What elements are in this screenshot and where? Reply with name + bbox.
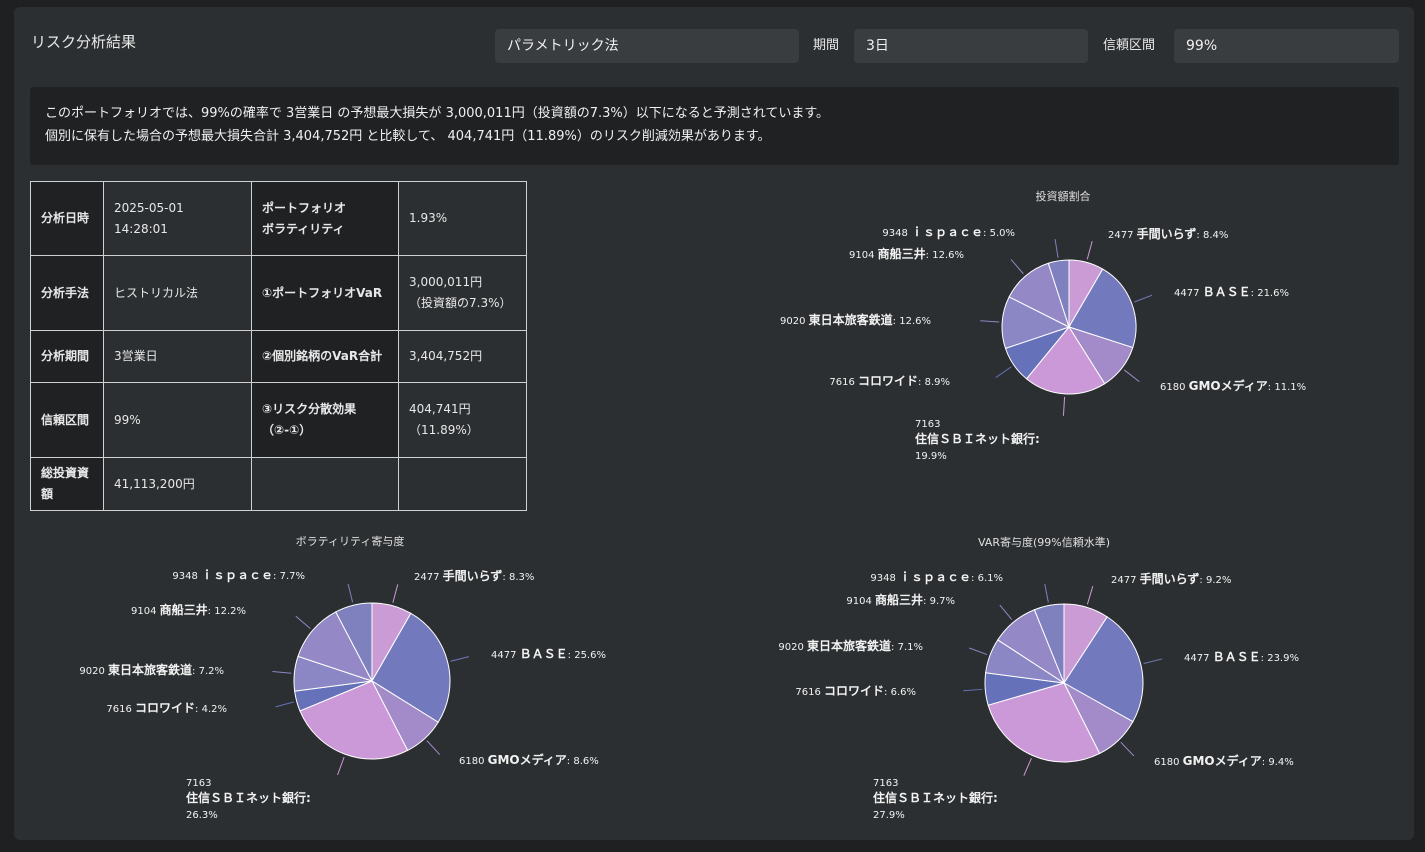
leader-line [1054,239,1059,258]
leader-line [1120,741,1135,757]
leader-line [392,584,399,603]
leader-line [347,583,354,603]
slice-label-pct: 19.9% [915,451,947,462]
leader-line [969,647,988,656]
slice-label: 4477 ＢＡＳＥ: 25.6% [491,647,606,661]
slice-label: 9104 商船三井: 12.6% [849,246,964,261]
slice-label: 6180 GMOメディア: 9.4% [1154,753,1294,768]
leader-line [450,656,470,662]
leader-line [1010,259,1024,275]
pie-chart-investment: 2477 手間いらず: 8.4% 4477 ＢＡＳＥ: 21.6% 6180 GMO… [79,225,1306,821]
slice-label: 4477 ＢＡＳＥ: 23.9% [1184,650,1299,664]
slice-label-name: 住信ＳＢＩネット銀行: [915,431,1040,446]
leader-line [1062,396,1066,416]
slice-label: 4477 ＢＡＳＥ: 21.6% [1174,285,1289,299]
pie-group: 2477 手間いらず: 8.3% 4477 ＢＡＳＥ: 25.6% 6180 GMO… [79,568,606,821]
slice-label: 9348 ｉｓｐａｃｅ: 5.0% [882,225,1015,240]
slice-label: 9348 ｉｓｐａｃｅ: 7.7% [172,568,305,583]
slice-label: 7616 コロワイド: 6.6% [795,684,916,698]
chart-title-var: VAR寄与度(99%信頼水準) [977,536,1111,549]
slice-label: 7616 コロワイド: 4.2% [106,701,227,715]
slice-label-code: 7163 [915,419,940,430]
risk-analysis-panel: リスク分析結果 パラメトリック法 期間 3日 信頼区間 99% このポートフォリ… [14,7,1414,840]
slice-label: 2477 手間いらず: 8.4% [1108,226,1228,241]
slice-label: 9348 ｉｓｐａｃｅ: 6.1% [870,570,1003,585]
pie-group: 2477 手間いらず: 9.2% 4477 ＢＡＳＥ: 23.9% 6180 GMO… [778,570,1299,821]
chart-title-volatility: ボラティリティ寄与度 [295,535,405,548]
slice-label: 9020 東日本旅客鉄道: 12.6% [780,312,931,327]
leader-line [275,701,294,708]
slice-label-name: 住信ＳＢＩネット銀行: [186,790,311,805]
leader-line [1086,586,1094,605]
leader-line [272,670,292,674]
slice-label: 7616 コロワイド: 8.9% [829,374,950,388]
slice-label-pct: 27.9% [873,810,905,821]
leader-line [295,615,311,629]
pie-group: 2477 手間いらず: 8.4% 4477 ＢＡＳＥ: 21.6% 6180 GMO… [780,225,1306,462]
slice-label-pct: 26.3% [186,810,218,821]
slice-label: 9020 東日本旅客鉄道: 7.2% [79,662,224,677]
leader-line [1143,658,1163,664]
leader-line [963,688,983,692]
slice-label: 2477 手間いらず: 9.2% [1111,571,1231,586]
leader-line [1123,369,1140,383]
leader-line [1044,583,1049,603]
leader-line [999,604,1013,621]
slice-label-code: 7163 [873,778,898,789]
slice-label: 9104 商船三井: 9.7% [846,592,955,607]
leader-line [1134,294,1153,303]
leader-line [426,740,441,755]
slice-label-code: 7163 [186,778,211,789]
slice-label: 2477 手間いらず: 8.3% [414,568,534,583]
slice-label: 6180 GMOメディア: 11.1% [1160,378,1306,393]
slice-label: 6180 GMOメディア: 8.6% [459,752,599,767]
leader-line [337,756,345,776]
slice-label-name: 住信ＳＢＩネット銀行: [873,790,998,805]
slice-label: 9104 商船三井: 12.2% [131,602,246,617]
leader-line [1086,240,1093,260]
leader-line [1023,758,1032,776]
slice-label: 9020 東日本旅客鉄道: 7.1% [778,638,923,653]
leader-line [980,320,1000,323]
leader-line [995,366,1012,378]
